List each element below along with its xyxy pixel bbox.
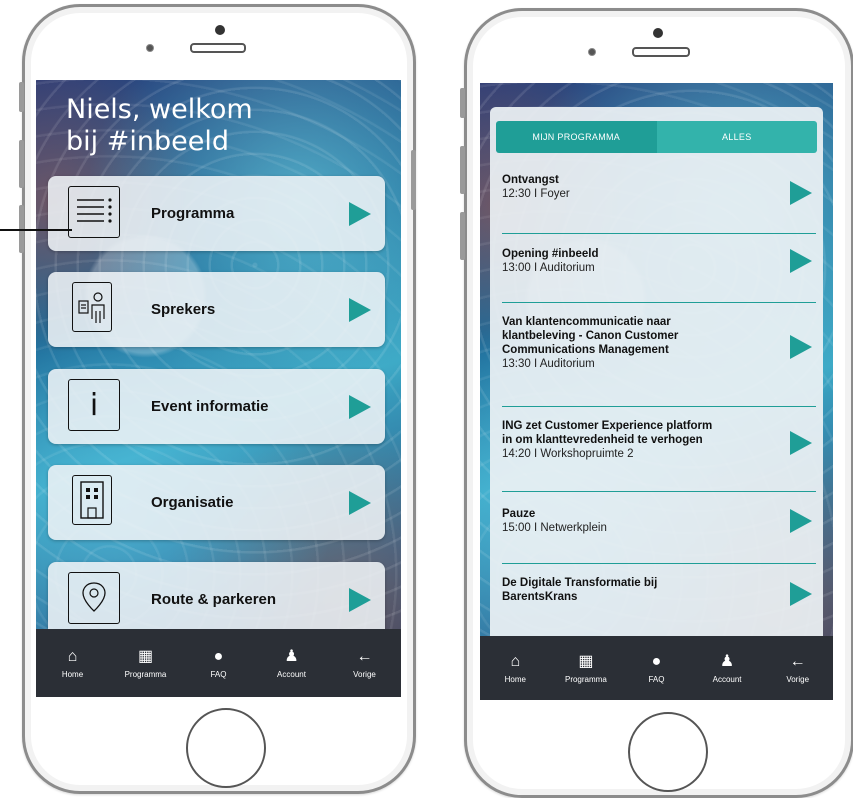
menu-item-route-parkeren[interactable]: Route & parkeren xyxy=(48,562,385,637)
tab-label: Programma xyxy=(124,669,167,679)
help-icon: ● xyxy=(651,652,662,670)
list-icon xyxy=(68,186,120,238)
info-icon: i xyxy=(68,379,120,431)
session-title: Opening #inbeeld xyxy=(502,248,599,260)
tab-bar: ⌂ Home ▦ Programma ● FAQ ♟ Account ← Vorige xyxy=(480,636,833,700)
play-arrow-icon xyxy=(790,509,812,533)
session-title: De Digitale Transformatie bij BarentsKra… xyxy=(502,577,658,603)
menu-label: Sprekers xyxy=(151,301,216,318)
session-title: ING zet Customer Experience platform in … xyxy=(502,420,713,446)
sensor xyxy=(146,44,154,52)
camera xyxy=(215,25,225,35)
camera xyxy=(653,28,663,38)
tab-label: Vorige xyxy=(353,669,376,679)
play-arrow-icon xyxy=(349,588,371,612)
tab-mijn-programma[interactable]: MIJN PROGRAMMA xyxy=(496,121,657,153)
session-title: Van klantencommunicatie naar klantbelevi… xyxy=(502,316,679,356)
sensor xyxy=(588,48,596,56)
calendar-icon: ▦ xyxy=(137,647,154,665)
play-arrow-icon xyxy=(349,395,371,419)
power-button xyxy=(411,150,416,210)
menu-item-organisatie[interactable]: Organisatie xyxy=(48,465,385,540)
play-arrow-icon xyxy=(790,431,812,455)
session-meta: 13:00 I Auditorium xyxy=(502,262,595,274)
tab-label: Home xyxy=(61,669,84,679)
location-pin-icon xyxy=(68,572,120,624)
user-icon: ♟ xyxy=(284,647,299,665)
welcome-heading: Niels, welkom bij #inbeeld xyxy=(66,94,253,157)
menu-label: Programma xyxy=(151,205,235,222)
home-icon: ⌂ xyxy=(510,652,521,670)
building-icon xyxy=(72,475,112,525)
home-button[interactable] xyxy=(186,708,266,788)
session-item[interactable]: Ontvangst 12:30 I Foyer xyxy=(502,173,816,234)
program-filter-segment: MIJN PROGRAMMA ALLES xyxy=(496,121,817,153)
mute-switch xyxy=(19,82,24,112)
session-item[interactable]: Opening #inbeeld 13:00 I Auditorium xyxy=(502,247,816,303)
back-arrow-icon: ← xyxy=(789,652,806,670)
menu-item-event-informatie[interactable]: i Event informatie xyxy=(48,369,385,444)
calendar-icon: ▦ xyxy=(578,652,594,670)
callout-line xyxy=(0,229,72,231)
program-list-panel: MIJN PROGRAMMA ALLES Ontvangst 12:30 I F… xyxy=(490,107,823,647)
speaker-person-icon xyxy=(72,282,112,332)
earpiece xyxy=(632,47,690,57)
tab-label: FAQ xyxy=(648,674,665,684)
play-arrow-icon xyxy=(349,491,371,515)
menu-item-programma[interactable]: Programma xyxy=(48,176,385,251)
play-arrow-icon xyxy=(349,298,371,322)
tab-label: Programma xyxy=(564,674,607,684)
tab-vorige[interactable]: ← Vorige xyxy=(762,636,833,700)
earpiece xyxy=(190,43,246,53)
menu-label: Organisatie xyxy=(151,494,234,511)
user-icon: ♟ xyxy=(719,652,735,670)
volume-down-button xyxy=(460,212,465,260)
home-icon: ⌂ xyxy=(67,647,78,665)
session-title: Pauze xyxy=(502,508,536,520)
play-arrow-icon xyxy=(790,335,812,359)
session-meta: 13:30 I Auditorium xyxy=(502,358,595,370)
back-arrow-icon: ← xyxy=(356,647,373,665)
tab-label: FAQ xyxy=(210,669,227,679)
tab-account[interactable]: ♟ Account xyxy=(255,629,328,697)
session-item[interactable]: Van klantencommunicatie naar klantbelevi… xyxy=(502,315,816,407)
tab-label: Account xyxy=(712,674,742,684)
session-meta: 12:30 I Foyer xyxy=(502,188,570,200)
menu-label: Route & parkeren xyxy=(151,591,277,608)
play-arrow-icon xyxy=(790,181,812,205)
volume-up-button xyxy=(19,140,24,188)
tab-bar: ⌂ Home ▦ Programma ● FAQ ♟ Account ← Vorige xyxy=(36,629,401,697)
session-item[interactable]: ING zet Customer Experience platform in … xyxy=(502,419,816,492)
menu-label: Event informatie xyxy=(151,398,269,415)
mute-switch xyxy=(460,88,465,118)
session-item[interactable]: De Digitale Transformatie bij BarentsKra… xyxy=(502,576,816,626)
tab-vorige[interactable]: ← Vorige xyxy=(328,629,401,697)
session-meta: 14:20 I Workshopruimte 2 xyxy=(502,448,634,460)
tab-account[interactable]: ♟ Account xyxy=(692,636,763,700)
play-arrow-icon xyxy=(790,249,812,273)
program-screen: MIJN PROGRAMMA ALLES Ontvangst 12:30 I F… xyxy=(480,83,833,700)
tab-home[interactable]: ⌂ Home xyxy=(36,629,109,697)
menu-item-sprekers[interactable]: Sprekers xyxy=(48,272,385,347)
play-arrow-icon xyxy=(790,582,812,606)
session-item[interactable]: Pauze 15:00 I Netwerkplein xyxy=(502,507,816,564)
tab-label: Account xyxy=(277,669,306,679)
help-icon: ● xyxy=(213,647,224,665)
tab-faq[interactable]: ● FAQ xyxy=(621,636,692,700)
tab-label: Vorige xyxy=(786,674,810,684)
tab-faq[interactable]: ● FAQ xyxy=(182,629,255,697)
session-title: Ontvangst xyxy=(502,174,559,186)
home-screen: Niels, welkom bij #inbeeld Programma Spr… xyxy=(36,80,401,697)
tab-home[interactable]: ⌂ Home xyxy=(480,636,551,700)
home-button[interactable] xyxy=(628,712,708,792)
volume-up-button xyxy=(460,146,465,194)
session-meta: 15:00 I Netwerkplein xyxy=(502,522,607,534)
tab-label: Home xyxy=(504,674,526,684)
play-arrow-icon xyxy=(349,202,371,226)
tab-programma[interactable]: ▦ Programma xyxy=(551,636,622,700)
tab-alles[interactable]: ALLES xyxy=(656,121,817,153)
tab-programma[interactable]: ▦ Programma xyxy=(109,629,182,697)
